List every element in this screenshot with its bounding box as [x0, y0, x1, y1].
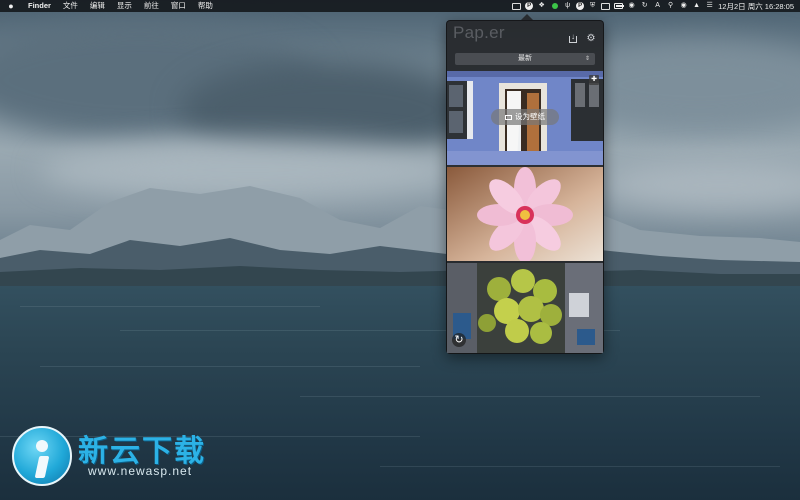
- apple-menu-icon[interactable]: ●: [0, 1, 22, 11]
- aerial-city-trees-image: [447, 263, 603, 353]
- set-wallpaper-label: 设为壁纸: [515, 112, 545, 121]
- search-icon[interactable]: ⚲: [666, 2, 675, 10]
- popover-arrow: [521, 14, 533, 20]
- menu-window[interactable]: 窗口: [165, 0, 192, 12]
- refresh-icon[interactable]: ↻: [452, 333, 466, 347]
- monitor-icon: [505, 115, 512, 120]
- pink-cosmos-flower-image: [447, 167, 603, 261]
- menu-help[interactable]: 帮助: [192, 0, 219, 12]
- pin-icon[interactable]: ✚: [589, 75, 599, 85]
- app-title: Pap.er: [453, 23, 505, 42]
- wallpaper-thumbnail[interactable]: [447, 167, 603, 261]
- cast-icon[interactable]: [601, 2, 611, 10]
- mountain-range: [0, 186, 800, 290]
- gear-icon[interactable]: ⚙: [585, 33, 597, 45]
- menu-bar: ● Finder 文件 编辑 显示 前往 窗口 帮助 P ❖ ψ P ⛨ ◉ ↻…: [0, 0, 800, 12]
- siri-icon[interactable]: ◉: [679, 2, 688, 10]
- download-icon[interactable]: ↓: [567, 33, 579, 45]
- shield-icon[interactable]: ⛨: [588, 2, 597, 10]
- wallpaper-thumbnail[interactable]: ↻: [447, 263, 603, 353]
- menubar-clock[interactable]: 12月2日 周六 16:28:05: [718, 1, 794, 12]
- record-icon[interactable]: ◉: [627, 2, 636, 10]
- newasp-logo-icon: [12, 426, 72, 486]
- battery-icon[interactable]: [614, 2, 625, 10]
- menu-go[interactable]: 前往: [138, 0, 165, 12]
- chevron-updown-icon: ⇕: [584, 56, 590, 62]
- site-watermark: 新云下载 www.newasp.net: [12, 424, 222, 488]
- menu-edit[interactable]: 编辑: [84, 0, 111, 12]
- screen-share-icon[interactable]: [512, 2, 522, 10]
- status-menu-area: P ❖ ψ P ⛨ ◉ ↻ A ⚲ ◉ ▲ ☰ 12月2日 周六 16:28:0…: [512, 0, 800, 12]
- paper-popover: Pap.er ↓ ⚙ 最新 ⇕ ✚ 设为壁纸 ↻: [446, 20, 604, 354]
- menu-view[interactable]: 显示: [111, 0, 138, 12]
- green-dot-icon[interactable]: [550, 2, 559, 10]
- notification-icon[interactable]: ☰: [705, 2, 714, 10]
- menu-finder[interactable]: Finder: [22, 0, 57, 12]
- paper-app-icon[interactable]: P: [576, 2, 585, 10]
- menu-file[interactable]: 文件: [57, 0, 84, 12]
- usb-icon[interactable]: ψ: [563, 2, 572, 10]
- sort-dropdown-value: 最新: [518, 55, 532, 62]
- wallpaper-thumbnail[interactable]: ✚ 设为壁纸: [447, 71, 603, 165]
- input-source-icon[interactable]: A: [653, 2, 662, 10]
- set-wallpaper-button[interactable]: 设为壁纸: [491, 109, 559, 125]
- watermark-url: www.newasp.net: [88, 464, 193, 478]
- paper-p-icon[interactable]: P: [525, 2, 534, 10]
- sort-dropdown[interactable]: 最新 ⇕: [455, 53, 595, 65]
- rotate-icon[interactable]: ↻: [640, 2, 649, 10]
- user-icon[interactable]: ▲: [692, 2, 701, 10]
- dropbox-icon[interactable]: ❖: [537, 2, 546, 10]
